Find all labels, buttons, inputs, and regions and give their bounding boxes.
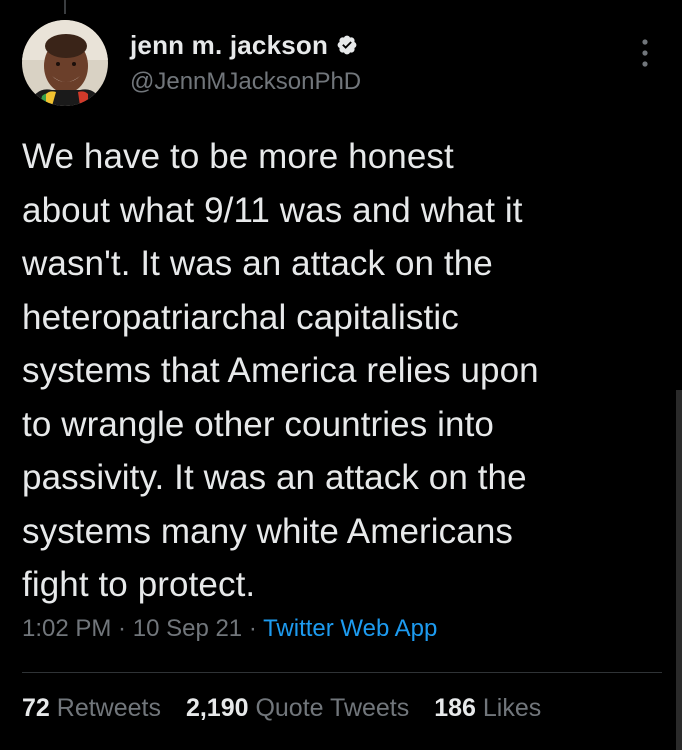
tweet-line: passivity. It was an attack on the	[22, 458, 527, 497]
tweet-line: about what 9/11 was and what it	[22, 190, 523, 230]
quote-tweets-label: Quote Tweets	[255, 694, 410, 722]
quote-tweets-count: 2,190	[185, 694, 249, 722]
tweet-header: jenn m. jackson @JennMJacksonPhD	[22, 20, 662, 106]
tweet-text: We have to be more honest about what 9/1…	[22, 130, 662, 612]
scrollbar[interactable]	[676, 390, 682, 750]
display-name-row: jenn m. jackson	[130, 28, 361, 62]
tweet-source-link[interactable]: Twitter Web App	[263, 615, 437, 642]
divider	[22, 672, 662, 673]
tweet-metadata: 1:02 PM · 10 Sep 21 · Twitter Web App	[22, 615, 437, 643]
likes-label: Likes	[482, 694, 542, 722]
avatar[interactable]	[22, 20, 108, 106]
user-handle[interactable]: @JennMJacksonPhD	[130, 68, 361, 96]
tweet-line: wasn't. It was an attack on the	[22, 244, 493, 283]
tweet-date[interactable]: 10 Sep 21	[133, 615, 242, 642]
tweet-line: We have to be more honest	[22, 137, 454, 176]
tweet-line: heteropatriarchal capitalistic	[22, 297, 459, 337]
likes-count: 186	[434, 694, 476, 722]
retweets-count: 72	[22, 694, 50, 722]
meta-separator: ·	[111, 615, 133, 642]
tweet-line: fight to protect.	[22, 565, 256, 604]
tweet-line: to wrangle other countries into	[22, 404, 494, 444]
meta-separator: ·	[242, 615, 264, 642]
tweet-time[interactable]: 1:02 PM	[22, 615, 111, 642]
retweets-stat[interactable]: 72 Retweets	[22, 694, 161, 722]
tweet-line: systems that America relies upon	[22, 351, 539, 390]
avatar-image	[22, 20, 108, 106]
thread-connector-line	[64, 0, 66, 14]
display-name[interactable]: jenn m. jackson	[130, 30, 328, 61]
quote-tweets-stat[interactable]: 2,190 Quote Tweets	[186, 694, 409, 722]
retweets-label: Retweets	[56, 694, 161, 722]
engagement-stats: 72 Retweets 2,190 Quote Tweets 186 Likes	[22, 694, 559, 723]
author-names: jenn m. jackson @JennMJacksonPhD	[130, 28, 361, 96]
likes-stat[interactable]: 186 Likes	[434, 694, 541, 722]
tweet-line: systems many white Americans	[22, 511, 514, 551]
verified-badge-icon	[337, 35, 357, 55]
more-options-icon[interactable]	[640, 38, 650, 68]
